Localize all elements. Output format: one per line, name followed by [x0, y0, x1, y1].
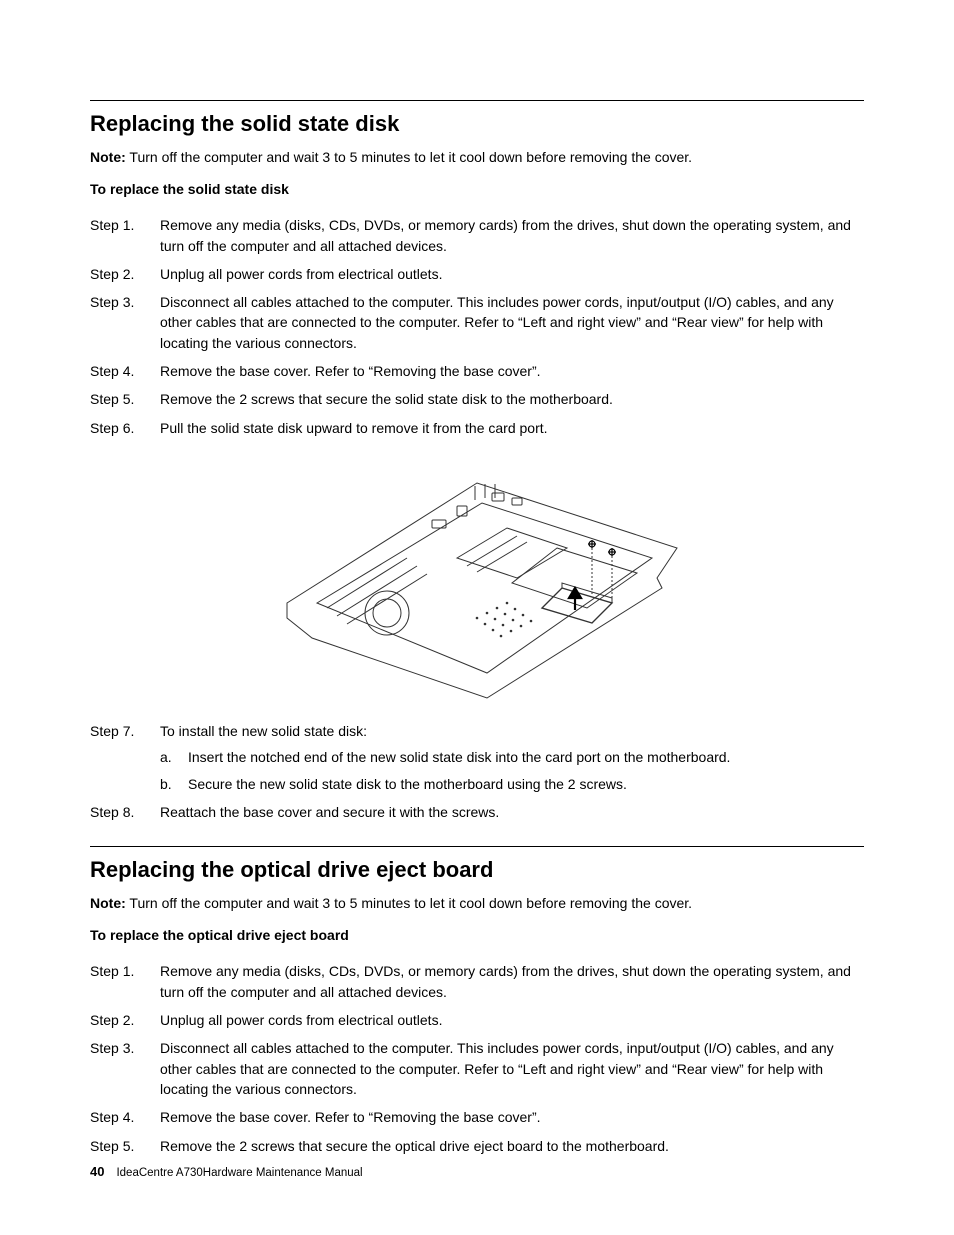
step-text: Remove the base cover. Refer to “Removin…: [160, 1107, 864, 1127]
note-text: Turn off the computer and wait 3 to 5 mi…: [126, 895, 692, 911]
step-item: Step 7. To install the new solid state d…: [90, 721, 864, 794]
step-label: Step 7.: [90, 721, 160, 794]
note-label: Note:: [90, 149, 126, 165]
step-label: Step 5.: [90, 1136, 160, 1156]
step-label: Step 8.: [90, 802, 160, 822]
step-text: Pull the solid state disk upward to remo…: [160, 418, 864, 438]
step-text: Disconnect all cables attached to the co…: [160, 292, 864, 353]
step-item: Step 2. Unplug all power cords from elec…: [90, 1010, 864, 1030]
section-title: Replacing the solid state disk: [90, 111, 864, 137]
step-label: Step 2.: [90, 1010, 160, 1030]
step-list-continued: Step 7. To install the new solid state d…: [90, 721, 864, 822]
section-title: Replacing the optical drive eject board: [90, 857, 864, 883]
step-text: Reattach the base cover and secure it wi…: [160, 802, 864, 822]
step-label: Step 4.: [90, 1107, 160, 1127]
document-page: Replacing the solid state disk Note: Tur…: [0, 0, 954, 1235]
substep-item: b. Secure the new solid state disk to th…: [160, 774, 864, 794]
substep-text: Insert the notched end of the new solid …: [188, 747, 730, 767]
step-text: Remove the 2 screws that secure the soli…: [160, 389, 864, 409]
motherboard-diagram: [257, 448, 697, 708]
step-list: Step 1. Remove any media (disks, CDs, DV…: [90, 961, 864, 1155]
step-item: Step 2. Unplug all power cords from elec…: [90, 264, 864, 284]
step-item: Step 1. Remove any media (disks, CDs, DV…: [90, 215, 864, 256]
step-label: Step 6.: [90, 418, 160, 438]
step-text: Remove the base cover. Refer to “Removin…: [160, 361, 864, 381]
step-item: Step 1. Remove any media (disks, CDs, DV…: [90, 961, 864, 1002]
note-label: Note:: [90, 895, 126, 911]
step-text: Disconnect all cables attached to the co…: [160, 1038, 864, 1099]
note-line: Note: Turn off the computer and wait 3 t…: [90, 147, 864, 167]
step-label: Step 1.: [90, 961, 160, 1002]
step-label: Step 5.: [90, 389, 160, 409]
sub-heading: To replace the solid state disk: [90, 181, 864, 197]
step-label: Step 1.: [90, 215, 160, 256]
section-ssd: Replacing the solid state disk Note: Tur…: [90, 100, 864, 822]
step-label: Step 2.: [90, 264, 160, 284]
step-text: Remove any media (disks, CDs, DVDs, or m…: [160, 961, 864, 1002]
step-item: Step 3. Disconnect all cables attached t…: [90, 292, 864, 353]
step-text: Remove the 2 screws that secure the opti…: [160, 1136, 864, 1156]
step-item: Step 4. Remove the base cover. Refer to …: [90, 1107, 864, 1127]
step-label: Step 4.: [90, 361, 160, 381]
step-item: Step 3. Disconnect all cables attached t…: [90, 1038, 864, 1099]
diagram-container: [90, 448, 864, 711]
step-label: Step 3.: [90, 292, 160, 353]
step-item: Step 5. Remove the 2 screws that secure …: [90, 389, 864, 409]
step-item: Step 5. Remove the 2 screws that secure …: [90, 1136, 864, 1156]
sub-heading: To replace the optical drive eject board: [90, 927, 864, 943]
substep-label: b.: [160, 774, 188, 794]
step-text-line: To install the new solid state disk:: [160, 723, 367, 739]
doc-title: IdeaCentre A730Hardware Maintenance Manu…: [116, 1167, 362, 1179]
page-footer: 40 IdeaCentre A730Hardware Maintenance M…: [90, 1164, 363, 1179]
step-item: Step 6. Pull the solid state disk upward…: [90, 418, 864, 438]
step-text: To install the new solid state disk: a. …: [160, 721, 864, 794]
substep-text: Secure the new solid state disk to the m…: [188, 774, 627, 794]
section-optical-eject: Replacing the optical drive eject board …: [90, 846, 864, 1156]
note-line: Note: Turn off the computer and wait 3 t…: [90, 893, 864, 913]
substep-item: a. Insert the notched end of the new sol…: [160, 747, 864, 767]
step-text: Unplug all power cords from electrical o…: [160, 1010, 864, 1030]
step-item: Step 8. Reattach the base cover and secu…: [90, 802, 864, 822]
substep-label: a.: [160, 747, 188, 767]
step-text: Unplug all power cords from electrical o…: [160, 264, 864, 284]
step-text: Remove any media (disks, CDs, DVDs, or m…: [160, 215, 864, 256]
page-number: 40: [90, 1164, 104, 1179]
step-item: Step 4. Remove the base cover. Refer to …: [90, 361, 864, 381]
motherboard-svg-icon: [257, 448, 697, 708]
note-text: Turn off the computer and wait 3 to 5 mi…: [126, 149, 692, 165]
step-list: Step 1. Remove any media (disks, CDs, DV…: [90, 215, 864, 438]
step-label: Step 3.: [90, 1038, 160, 1099]
